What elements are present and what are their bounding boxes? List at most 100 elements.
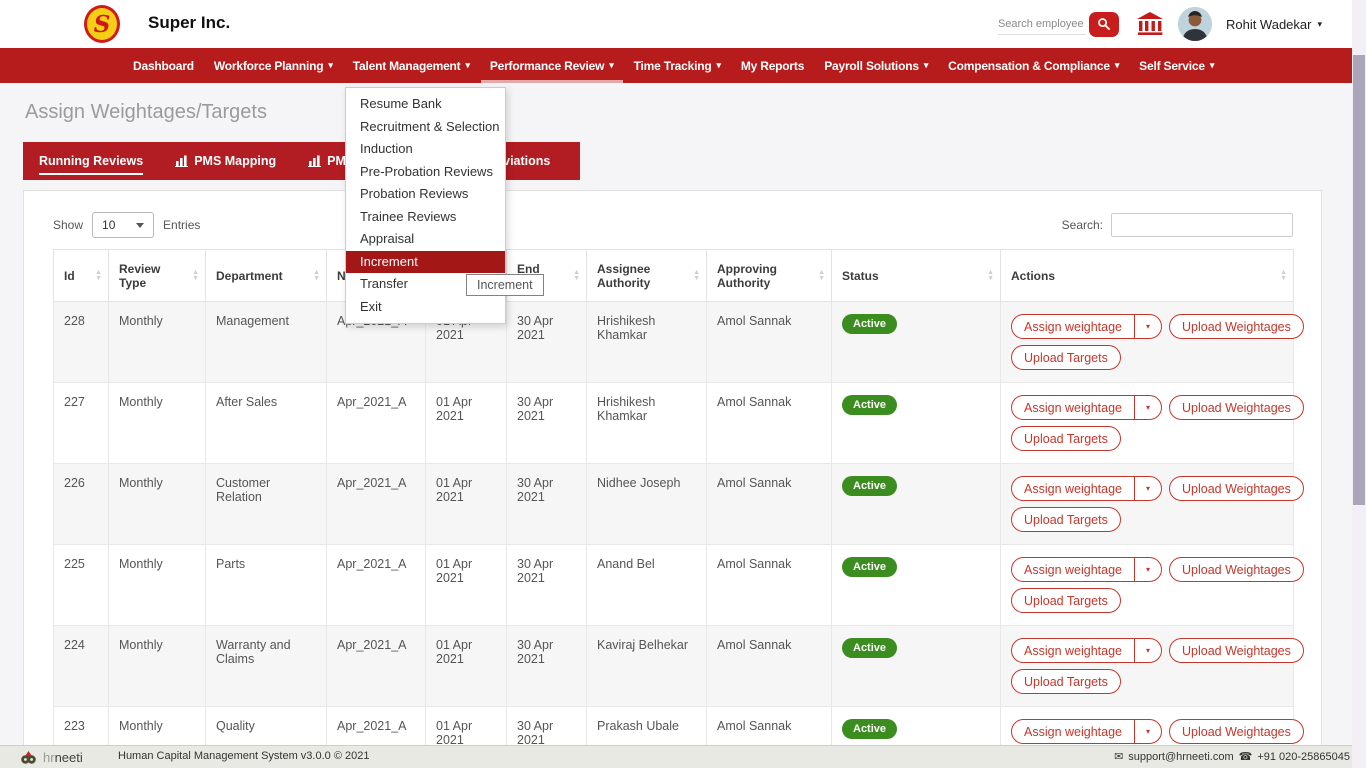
chevron-down-icon[interactable]: ▾ [1133,639,1161,662]
support-phone-link[interactable]: +91 020-25865045 [1257,751,1350,763]
employee-search-button[interactable] [1088,11,1119,37]
nav-item[interactable]: Performance Review ▾ [480,48,624,83]
column-header-label: Review Type [119,261,161,290]
table-search-input[interactable] [1111,213,1293,237]
cell-assignee-authority: Hrishikesh Khamkar [586,382,707,464]
upload-weightages-button[interactable]: Upload Weightages [1169,314,1304,339]
tab[interactable]: Running Reviews [23,142,159,180]
cell-review-type: Monthly [108,625,206,707]
nav-item-label: Time Tracking [633,58,712,73]
nav-item-label: Performance Review [489,58,605,73]
assign-weightage-button[interactable]: Assign weightage ▾ [1011,395,1162,420]
cell-actions: Assign weightage ▾ Upload Weightages Upl… [1000,625,1304,707]
status-badge: Active [842,314,898,334]
cell-review-type: Monthly [108,301,206,383]
menu-item[interactable]: Appraisal [346,228,505,251]
upload-targets-button[interactable]: Upload Targets [1011,588,1121,613]
table-search-label: Search: [1061,218,1103,232]
table-search: Search: [1062,213,1293,237]
column-header[interactable]: Status [831,249,1001,302]
cell-start-date: 01 Apr 2021 [425,382,507,464]
scrollbar-thumb[interactable] [1353,55,1365,505]
menu-item[interactable]: Trainee Reviews [346,206,505,229]
assign-weightage-button[interactable]: Assign weightage ▾ [1011,557,1162,582]
bar-chart-icon [175,155,189,167]
table-controls: Show 10 Entries Search: [53,212,1293,240]
chevron-down-icon[interactable]: ▾ [1133,477,1161,500]
user-menu[interactable]: Rohit Wadekar ▾ [1226,17,1322,32]
nav-item[interactable]: Payroll Solutions ▾ [814,48,938,83]
support-email-link[interactable]: support@hrneeti.com [1128,751,1233,763]
page-title: Assign Weightages/Targets [25,101,267,123]
column-header[interactable]: Department [205,249,327,302]
chevron-down-icon[interactable]: ▾ [1133,558,1161,581]
cell-end-date: 30 Apr 2021 [506,301,587,383]
entries-select[interactable]: 10 [92,212,155,238]
menu-item[interactable]: Recruitment & Selection [346,116,505,139]
menu-item[interactable]: Probation Reviews [346,183,505,206]
upload-weightages-button[interactable]: Upload Weightages [1169,476,1304,501]
cell-assignee-authority: Anand Bel [586,544,707,626]
menu-item[interactable]: Increment [346,250,505,273]
menu-item[interactable]: Pre-Probation Reviews [346,161,505,184]
chevron-down-icon: ▾ [716,60,722,70]
upload-weightages-button[interactable]: Upload Weightages [1169,557,1304,582]
upload-targets-button[interactable]: Upload Targets [1011,345,1121,370]
nav-item[interactable]: My Reports ▾ [731,48,814,83]
cell-actions: Assign weightage ▾ Upload Weightages Upl… [1000,544,1304,626]
user-avatar[interactable] [1177,7,1212,41]
menu-item-label: Resume Bank [360,96,442,111]
column-header[interactable]: Actions [1000,249,1294,302]
nav-item[interactable]: Workforce Planning ▾ [204,48,343,83]
cell-assignee-authority: Hrishikesh Khamkar [586,301,707,383]
column-header-label: Approving Authority [717,261,777,290]
cell-approving-authority: Amol Sannak [706,544,832,626]
tab[interactable]: PMS Mapping [159,142,292,180]
assign-weightage-button[interactable]: Assign weightage ▾ [1011,638,1162,663]
table-row: 224 Monthly Warranty and Claims Apr_2021… [53,625,1304,707]
nav-item-label: Self Service [1139,58,1205,73]
cell-actions: Assign weightage ▾ Upload Weightages Upl… [1000,382,1304,464]
upload-weightages-button[interactable]: Upload Weightages [1169,638,1304,663]
column-header[interactable]: Review Type [108,249,206,302]
upload-weightages-button[interactable]: Upload Weightages [1169,395,1304,420]
cell-department: Warranty and Claims [205,625,327,707]
nav-item-label: Payroll Solutions [824,58,919,73]
assign-weightage-button[interactable]: Assign weightage ▾ [1011,719,1162,744]
column-header[interactable]: Assignee Authority [586,249,707,302]
cell-name: Apr_2021_A [326,625,426,707]
cell-start-date: 01 Apr 2021 [425,463,507,545]
assign-weightage-button[interactable]: Assign weightage ▾ [1011,314,1162,339]
status-badge: Active [842,395,898,415]
footer: hrneeti Human Capital Management System … [0,745,1366,768]
employee-search-input[interactable] [997,13,1086,35]
nav-item[interactable]: Compensation & Compliance ▾ [938,48,1129,83]
top-header: S Super Inc. Search employee Rohit Wadek… [0,0,1366,48]
upload-targets-button[interactable]: Upload Targets [1011,669,1121,694]
column-header[interactable]: Approving Authority [706,249,832,302]
screen: S Super Inc. Search employee Rohit Wadek… [0,0,1366,768]
institution-icon[interactable] [1135,11,1165,37]
assign-weightage-button[interactable]: Assign weightage ▾ [1011,476,1162,501]
nav-item[interactable]: Dashboard ▾ [123,48,204,83]
tab-label: PMS Mapping [194,154,277,168]
content-card: Show 10 Entries Search: Id ▲ ▼ Review Ty… [23,190,1322,768]
menu-item[interactable]: Exit [346,296,505,319]
vertical-scrollbar[interactable] [1352,0,1366,768]
nav-item[interactable]: Self Service ▾ [1129,48,1224,83]
chevron-down-icon[interactable]: ▾ [1133,396,1161,419]
table-row: 227 Monthly After Sales Apr_2021_A 01 Ap… [53,382,1304,464]
menu-item[interactable]: Induction [346,138,505,161]
table-row: 225 Monthly Parts Apr_2021_A 01 Apr 2021… [53,544,1304,626]
menu-item[interactable]: Resume Bank [346,93,505,116]
upload-targets-button[interactable]: Upload Targets [1011,507,1121,532]
company-logo[interactable]: S [84,5,120,43]
upload-targets-button[interactable]: Upload Targets [1011,426,1121,451]
column-header[interactable]: Id [53,249,109,302]
nav-item[interactable]: Time Tracking ▾ [624,48,731,83]
search-icon [1097,17,1111,31]
upload-weightages-button[interactable]: Upload Weightages [1169,719,1304,744]
chevron-down-icon[interactable]: ▾ [1133,315,1161,338]
nav-item[interactable]: Talent Management ▾ [343,48,480,83]
chevron-down-icon[interactable]: ▾ [1133,720,1161,743]
